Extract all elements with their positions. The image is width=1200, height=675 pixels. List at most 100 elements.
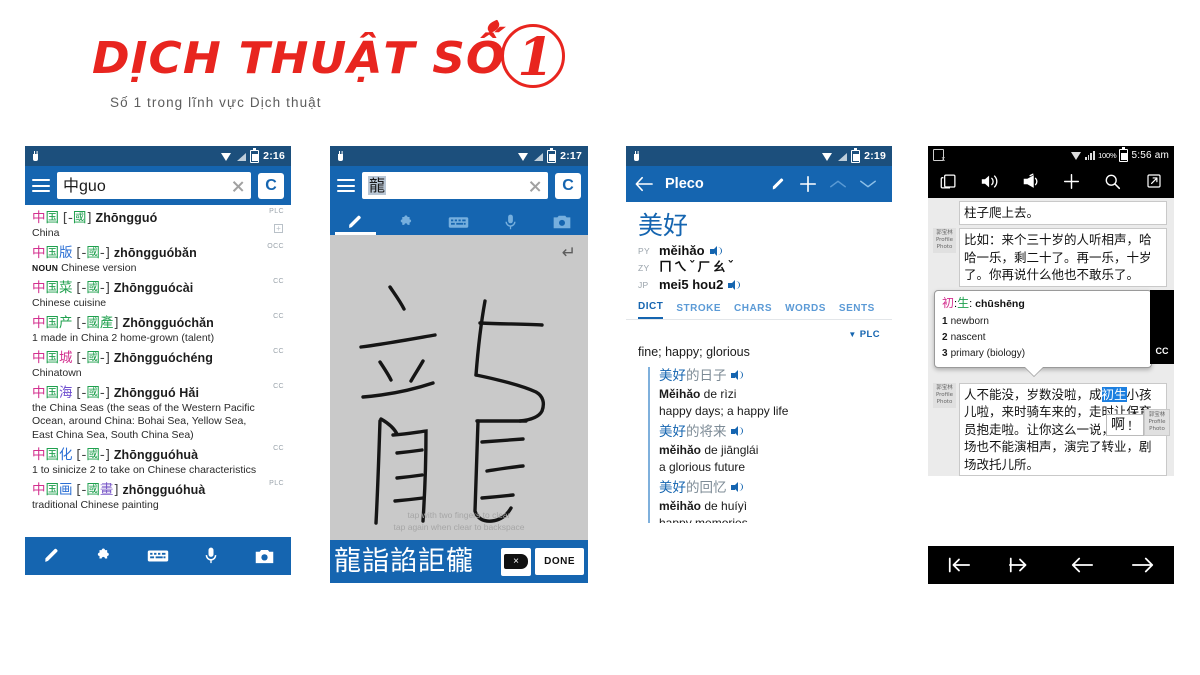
- status-bar: 100% 5:56 am: [928, 146, 1174, 164]
- speaker-icon[interactable]: [728, 280, 741, 290]
- tab-words[interactable]: WORDS: [785, 303, 826, 319]
- list-item[interactable]: · 柱子爬上去。: [928, 198, 1174, 225]
- entry-bracket-char: 國: [86, 384, 100, 401]
- pencil-icon: [772, 177, 783, 189]
- search-value: 龍: [368, 172, 528, 200]
- tab-sents[interactable]: SENTS: [839, 303, 875, 319]
- entry-definition: NOUN Chinese version: [32, 262, 284, 276]
- first-page-button[interactable]: [928, 556, 990, 574]
- back-arrow-icon[interactable]: [635, 176, 653, 192]
- entry-bracket-open: [-: [76, 384, 87, 401]
- menu-icon[interactable]: [337, 179, 355, 192]
- popup-headword: 初:生: chūshēng: [942, 295, 1144, 312]
- expand-icon[interactable]: +: [274, 224, 283, 233]
- add-button[interactable]: [793, 175, 823, 193]
- list-item[interactable]: CC 中国化 [-國-] Zhōngguóhuà 1 to sinicize 2…: [32, 444, 284, 479]
- candidate-list[interactable]: 龍 詣 諂 詎 龓: [334, 545, 497, 579]
- entry-char: 产: [59, 314, 73, 331]
- search-input[interactable]: 中guo: [57, 172, 251, 199]
- backspace-button[interactable]: ×: [501, 547, 532, 576]
- menu-icon[interactable]: [32, 179, 50, 192]
- entry-definition: fine; happy; glorious: [638, 345, 750, 359]
- handwriting-canvas[interactable]: ↵ tap with two fingers to clear tap agai…: [330, 235, 588, 540]
- example-rest: 的将来: [686, 424, 727, 440]
- list-item[interactable]: OCC 中国版 [-國-] zhōngguóbǎn NOUN Chinese v…: [32, 242, 284, 277]
- tab-chars[interactable]: CHARS: [734, 303, 772, 319]
- candidate[interactable]: 詣: [362, 545, 389, 579]
- plug-icon: [336, 150, 345, 162]
- list-item[interactable]: CC 中国城 [-國-] Zhōngguóchéng Chinatown: [32, 347, 284, 382]
- battery-icon: [250, 147, 260, 163]
- entry-bracket-close: ]: [86, 209, 92, 226]
- signal-icon: [1084, 150, 1096, 160]
- example-hanzi: 美好的回忆: [659, 479, 892, 498]
- speaker-icon[interactable]: [730, 370, 743, 380]
- audio-button[interactable]: [969, 173, 1010, 190]
- speaker-icon[interactable]: [730, 426, 743, 436]
- voice-mode-button[interactable]: [185, 537, 238, 575]
- entry-char: 中: [32, 314, 46, 331]
- voice-mode-tab[interactable]: [485, 209, 537, 235]
- next-entry-button[interactable]: [853, 178, 883, 190]
- forward-button[interactable]: [1113, 556, 1175, 574]
- list-item[interactable]: PLC 中国画 [-國畫] zhōngguóhuà traditional Ch…: [32, 479, 284, 514]
- keyboard-mode-button[interactable]: [131, 537, 184, 575]
- example-item[interactable]: 美好的日子 Měihǎo de rìzi happy days; a happy…: [648, 367, 892, 423]
- search-results-list[interactable]: PLC + 中国 [-國] Zhōngguó China OCC 中国版 [-國…: [25, 205, 291, 537]
- entry-pinyin: Zhōngguó Hǎi: [113, 385, 200, 400]
- back-button[interactable]: [1051, 556, 1113, 574]
- reading-value: ㄇㄟˇㄏㄠˇ: [659, 260, 737, 275]
- popup-definition: 2 nascent: [942, 330, 1144, 346]
- copy-button[interactable]: [928, 173, 969, 190]
- list-item[interactable]: 郭宝林 Profile Photo 比如：来个三十岁的人听相声，哈哈一乐，剩二十…: [928, 225, 1174, 287]
- dictionary-source-selector[interactable]: ▼ PLC: [626, 320, 892, 342]
- example-pinyin-rest: de rìzi: [700, 387, 737, 401]
- list-item[interactable]: PLC + 中国 [-國] Zhōngguó China: [32, 207, 284, 242]
- camera-mode-button[interactable]: [238, 537, 291, 575]
- status-left: [31, 150, 221, 162]
- radicals-mode-button[interactable]: [78, 537, 131, 575]
- add-button[interactable]: [1051, 173, 1092, 190]
- handwriting-mode-tab[interactable]: [330, 209, 382, 235]
- done-button[interactable]: DONE: [535, 548, 584, 575]
- clear-search-icon[interactable]: [528, 179, 542, 193]
- clear-search-icon[interactable]: [231, 179, 245, 193]
- entry-definition: Chinese cuisine: [32, 296, 107, 309]
- interjection-box[interactable]: 啊 ！: [1105, 414, 1144, 436]
- speaker-icon[interactable]: [709, 246, 722, 256]
- edit-button[interactable]: [763, 176, 793, 193]
- example-item[interactable]: 美好的将来 měihǎo de jiānglái a glorious futu…: [648, 423, 892, 479]
- logo-main-row: DỊCH THUẬT SỐ 1: [92, 19, 566, 90]
- dictionary-switch-button[interactable]: C: [258, 172, 284, 199]
- tab-dict[interactable]: DICT: [638, 301, 664, 319]
- candidate[interactable]: 諂: [390, 545, 417, 579]
- dictionary-switch-button[interactable]: C: [555, 172, 581, 199]
- camera-mode-tab[interactable]: [536, 209, 588, 235]
- list-item[interactable]: CC 中国菜 [-國-] Zhōngguócài Chinese cuisine: [32, 277, 284, 312]
- reader-content[interactable]: · 柱子爬上去。 郭宝林 Profile Photo 比如：来个三十岁的人听相声…: [928, 198, 1174, 476]
- example-item[interactable]: 美好的回忆 měihǎo de huíyì happy memories: [648, 479, 892, 523]
- reading-value: měihǎo: [659, 243, 705, 258]
- previous-entry-button[interactable]: [823, 178, 853, 190]
- candidate[interactable]: 龍: [334, 545, 361, 579]
- search-button[interactable]: [1092, 173, 1133, 190]
- candidate[interactable]: 龓: [446, 545, 473, 579]
- radicals-mode-tab[interactable]: [382, 209, 434, 235]
- popup-source-tab[interactable]: CC: [1150, 289, 1174, 364]
- handwriting-mode-button[interactable]: [25, 537, 78, 575]
- dictionary-popup[interactable]: 初:生: chūshēng 1 newborn 2 nascent 3 primary …: [934, 289, 1152, 376]
- list-item[interactable]: CC 中国海 [-國-] Zhōngguó Hǎi the China Seas…: [32, 382, 284, 444]
- open-external-button[interactable]: [1133, 173, 1174, 189]
- last-page-button[interactable]: [990, 556, 1052, 574]
- speaker-icon[interactable]: [730, 482, 743, 492]
- announce-button[interactable]: [1010, 173, 1051, 190]
- entry-definition: the China Seas (the seas of the Western …: [32, 401, 255, 441]
- list-item[interactable]: CC 中国产 [-國產] Zhōngguóchǎn 1 made in Chin…: [32, 312, 284, 347]
- status-right: 100% 5:56 am: [1070, 146, 1169, 162]
- search-input[interactable]: 龍: [362, 172, 548, 199]
- tab-stroke[interactable]: STROKE: [676, 303, 721, 319]
- keyboard-mode-tab[interactable]: [433, 209, 485, 235]
- entry-bracket-char: 畫: [99, 481, 114, 498]
- example-english: happy days; a happy life: [659, 404, 789, 418]
- candidate[interactable]: 詎: [418, 545, 445, 579]
